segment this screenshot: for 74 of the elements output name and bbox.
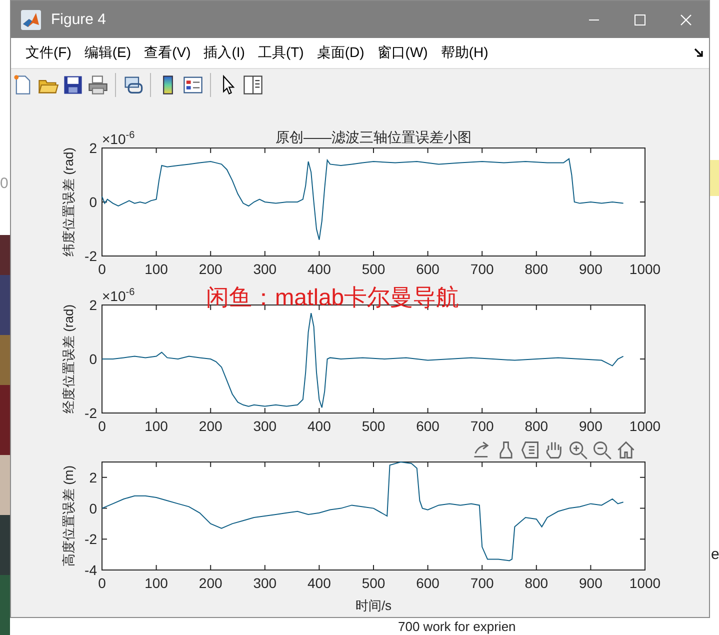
menu-item[interactable]: 窗口(W) bbox=[370, 44, 434, 62]
axis-label: 高度位置误差 (m) bbox=[61, 465, 76, 567]
tick-label: 2 bbox=[89, 297, 97, 313]
tick-label: 800 bbox=[524, 418, 548, 434]
tick-label: 100 bbox=[144, 261, 168, 277]
tick-label: 0 bbox=[89, 194, 97, 210]
menu-item[interactable]: 帮助(H) bbox=[434, 44, 495, 62]
axis-multiplier: ×10$^{-6}$ bbox=[102, 130, 135, 147]
tick-label: 2 bbox=[89, 140, 97, 156]
tick-label: 0 bbox=[98, 575, 106, 591]
tick-label: 500 bbox=[362, 261, 386, 277]
menu-item[interactable]: 文件(F) bbox=[19, 44, 78, 62]
tick-label: 200 bbox=[198, 575, 222, 591]
tick-label: 300 bbox=[253, 575, 277, 591]
menu-item[interactable]: 编辑(E) bbox=[78, 44, 138, 62]
zoom-out-icon[interactable] bbox=[592, 440, 612, 460]
print-icon[interactable] bbox=[87, 74, 109, 96]
tick-label: 1000 bbox=[629, 418, 661, 434]
tick-label: 0 bbox=[89, 351, 97, 367]
menu-item[interactable]: 工具(T) bbox=[251, 44, 310, 62]
tick-label: 500 bbox=[362, 418, 386, 434]
tick-label: 900 bbox=[579, 261, 602, 277]
tick-label: -2 bbox=[84, 405, 97, 421]
window-title: Figure 4 bbox=[51, 11, 106, 28]
tick-label: 700 bbox=[470, 575, 494, 591]
tick-label: 100 bbox=[144, 418, 168, 434]
overlay-text: 闲鱼：matlab卡尔曼导航 bbox=[206, 283, 460, 312]
dock-arrow-icon[interactable] bbox=[693, 47, 705, 59]
page-text: e bbox=[711, 547, 719, 562]
menu-item[interactable]: 查看(V) bbox=[138, 44, 198, 62]
tick-label: -4 bbox=[84, 562, 97, 578]
tick-label: 400 bbox=[308, 575, 331, 591]
zoom-in-icon[interactable] bbox=[568, 440, 588, 460]
axis-label: 经度位置误差 (rad) bbox=[61, 304, 76, 414]
tick-label: 900 bbox=[579, 418, 602, 434]
tick-label: 1000 bbox=[629, 261, 661, 277]
tick-label: 400 bbox=[308, 418, 331, 434]
tick-label: 600 bbox=[416, 418, 440, 434]
tick-label: 300 bbox=[253, 261, 277, 277]
panel-icon[interactable] bbox=[242, 74, 264, 96]
page-text: 0 bbox=[0, 176, 8, 191]
tick-label: -2 bbox=[84, 531, 97, 548]
tick-label: 700 bbox=[470, 261, 494, 277]
banner bbox=[710, 160, 719, 196]
tick-label: 100 bbox=[144, 575, 168, 591]
axis-label: 纬度位置误差 (rad) bbox=[61, 147, 76, 257]
app-icon bbox=[21, 10, 41, 30]
menu-item[interactable]: 桌面(D) bbox=[310, 44, 371, 62]
tick-label: 0 bbox=[98, 418, 106, 434]
save-icon[interactable] bbox=[62, 74, 84, 96]
tick-label: 600 bbox=[416, 575, 440, 591]
tick-label: 300 bbox=[253, 418, 277, 434]
tick-label: 1000 bbox=[629, 575, 661, 591]
axis-label: 时间/s bbox=[355, 598, 392, 613]
tick-label: 0 bbox=[98, 261, 106, 277]
menu-item[interactable]: 插入(I) bbox=[197, 44, 252, 62]
tick-label: 600 bbox=[416, 261, 440, 277]
tick-label: 0 bbox=[89, 500, 97, 516]
chart-title: 原创——滤波三轴位置误差小图 bbox=[276, 129, 472, 145]
page-text: 700 work for exprien bbox=[398, 620, 516, 633]
home-icon[interactable] bbox=[616, 440, 636, 460]
tick-label: 800 bbox=[524, 261, 548, 277]
tick-label: 200 bbox=[198, 418, 222, 434]
hand-icon[interactable] bbox=[544, 440, 564, 460]
tick-label: 200 bbox=[198, 261, 222, 277]
tick-label: 500 bbox=[362, 575, 386, 591]
axis-multiplier: ×10$^{-6}$ bbox=[102, 287, 135, 304]
tick-label: 2 bbox=[89, 469, 97, 486]
tick-label: 900 bbox=[579, 575, 602, 591]
data-tip-icon[interactable] bbox=[520, 440, 540, 460]
tick-label: -2 bbox=[84, 248, 97, 264]
tick-label: 700 bbox=[470, 418, 494, 434]
tick-label: 800 bbox=[524, 575, 548, 591]
tick-label: 400 bbox=[308, 261, 331, 277]
